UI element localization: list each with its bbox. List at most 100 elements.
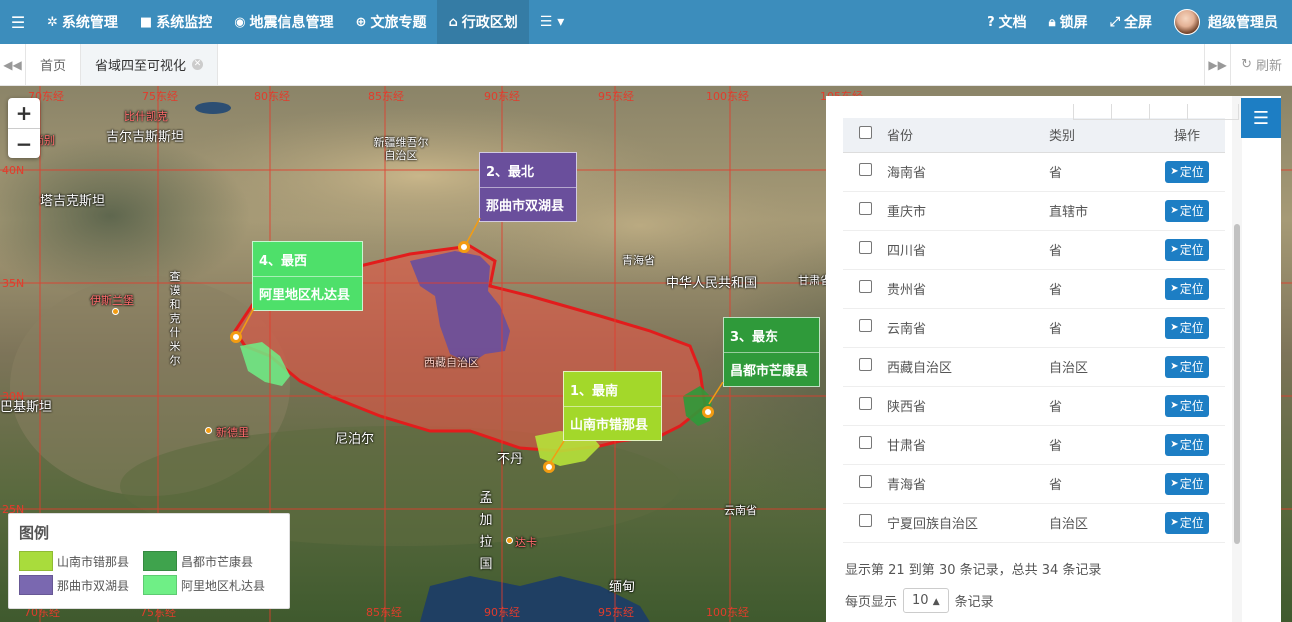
longitude-label: 100东经 [706, 606, 749, 619]
locate-button[interactable]: ➤ 定位 [1165, 316, 1209, 339]
latitude-label: 35N [2, 277, 25, 290]
row-checkbox[interactable] [858, 397, 872, 410]
province-table: 省份 类别 操作 海南省省 ➤ 定位 重庆市 直辖市 ➤ 定位 四川省省 ➤ 定位 贵州省省 ➤ 定位云… [843, 118, 1225, 543]
table-row[interactable]: 陕西省省 ➤ 定位 [843, 386, 1225, 426]
map-pin-south[interactable] [543, 461, 555, 473]
refresh-button[interactable]: ↻ 刷新 [1230, 44, 1292, 85]
province-name: 四川省 [887, 230, 1049, 270]
nav-earthquake-info[interactable]: ◉ 地震信息管理 [223, 0, 344, 44]
callout-north[interactable]: 2、最北 那曲市双湖县 [479, 152, 577, 222]
table-row[interactable]: 甘肃省省 ➤ 定位 [843, 425, 1225, 465]
map-pin-north[interactable] [458, 241, 470, 253]
place-label: 新德里 [216, 426, 249, 439]
lock-screen-button[interactable]: 🔒︎ 锁屏 [1038, 0, 1099, 44]
province-type: 省 [1049, 425, 1149, 465]
locate-button[interactable]: ➤ 定位 [1165, 511, 1209, 534]
table-row[interactable]: 重庆市 直辖市 ➤ 定位 [843, 191, 1225, 231]
zoom-out-button[interactable]: − [8, 128, 40, 158]
row-checkbox[interactable] [858, 280, 872, 293]
tab-scroll-left-button[interactable]: ◀◀ [0, 44, 26, 85]
longitude-label: 85东经 [366, 606, 402, 619]
province-type: 自治区 [1049, 347, 1149, 387]
locate-button[interactable]: ➤ 定位 [1165, 472, 1209, 495]
fullscreen-button[interactable]: ⤢ 全屏 [1099, 0, 1163, 44]
longitude-label: 80东经 [254, 90, 290, 103]
legend-swatch [19, 551, 53, 571]
place-label: 巴基斯坦 [0, 400, 53, 415]
table-row[interactable]: 海南省省 ➤ 定位 [843, 152, 1225, 192]
column-header-province[interactable]: 省份 [887, 118, 1049, 153]
longitude-label: 85东经 [368, 90, 404, 103]
place-label: 达卡 [515, 536, 537, 549]
place-label: 西藏自治区 [424, 356, 479, 369]
table-row[interactable]: 青海省省 ➤ 定位 [843, 464, 1225, 504]
nav-admin-division[interactable]: ⌂ 行政区划 [437, 0, 529, 44]
callout-name: 山南市错那县 [564, 406, 661, 440]
row-checkbox[interactable] [858, 514, 872, 527]
map-legend: 图例 山南市错那县 昌都市芒康县 那曲市双湖县 阿里地区札达县 [8, 513, 290, 609]
row-checkbox[interactable] [858, 475, 872, 488]
row-checkbox[interactable] [858, 358, 872, 371]
column-header-action: 操作 [1149, 118, 1225, 153]
page-size-select[interactable]: 10 ▲ [903, 588, 949, 613]
province-name: 陕西省 [887, 386, 1049, 426]
locate-button[interactable]: ➤ 定位 [1165, 355, 1209, 378]
docs-link[interactable]: ? 文档 [976, 0, 1038, 44]
paper-plane-icon: ➤ [1170, 166, 1179, 177]
nav-system-management[interactable]: ✲ 系统管理 [36, 0, 129, 44]
table-row[interactable]: 四川省省 ➤ 定位 [843, 230, 1225, 270]
locate-button[interactable]: ➤ 定位 [1165, 160, 1209, 183]
locate-button[interactable]: ➤ 定位 [1165, 394, 1209, 417]
row-checkbox[interactable] [858, 319, 872, 332]
locate-button[interactable]: ➤ 定位 [1165, 277, 1209, 300]
callout-name: 那曲市双湖县 [480, 187, 576, 221]
callout-south[interactable]: 1、最南 山南市错那县 [563, 371, 662, 441]
table-row[interactable]: 宁夏回族自治区 自治区 ➤ 定位 [843, 503, 1225, 543]
row-checkbox[interactable] [858, 241, 872, 254]
page-size-control: 每页显示 10 ▲ 条记录 [845, 588, 994, 613]
callout-west[interactable]: 4、最西 阿里地区札达县 [252, 241, 363, 311]
zoom-in-button[interactable]: + [8, 98, 40, 128]
panel-toggle-button[interactable]: ☰ [1241, 98, 1281, 138]
table-row[interactable]: 西藏自治区 自治区 ➤ 定位 [843, 347, 1225, 387]
locate-button[interactable]: ➤ 定位 [1165, 199, 1209, 222]
place-label: 孟加拉国 [479, 491, 493, 572]
user-menu[interactable]: 超级管理员 [1163, 0, 1292, 44]
globe-icon: ⊕ [355, 14, 367, 30]
longitude-label: 95东经 [598, 606, 634, 619]
row-checkbox[interactable] [858, 202, 872, 215]
scrollbar-thumb[interactable] [1234, 224, 1240, 544]
longitude-label: 95东经 [598, 90, 634, 103]
select-all-checkbox[interactable] [858, 126, 872, 140]
row-checkbox[interactable] [858, 436, 872, 449]
locate-button[interactable]: ➤ 定位 [1165, 238, 1209, 261]
table-row[interactable]: 云南省省 ➤ 定位 [843, 308, 1225, 348]
nav-more-dropdown[interactable]: ☰ ▾ [529, 0, 575, 44]
city-dot [205, 427, 212, 434]
tab-home[interactable]: 首页 [26, 44, 82, 85]
map-pin-east[interactable] [702, 406, 714, 418]
province-name: 青海省 [887, 464, 1049, 504]
refresh-icon: ↻ [1241, 57, 1252, 72]
zoom-control: + − [8, 98, 40, 158]
legend-item: 山南市错那县 [19, 551, 143, 571]
column-header-type[interactable]: 类别 [1049, 118, 1149, 153]
map-pin-west[interactable] [230, 331, 242, 343]
callout-title: 1、最南 [570, 383, 619, 399]
tab-province-extremes[interactable]: 省域四至可视化 ✕ [81, 44, 219, 85]
place-label: 伊斯兰堡 [90, 294, 134, 307]
tab-scroll-right-button[interactable]: ▶▶ [1204, 44, 1230, 85]
table-row[interactable]: 贵州省省 ➤ 定位 [843, 269, 1225, 309]
province-name: 重庆市 [887, 191, 1049, 231]
nav-culture-tourism[interactable]: ⊕ 文旅专题 [345, 0, 438, 44]
province-name: 贵州省 [887, 269, 1049, 309]
paper-plane-icon: ➤ [1170, 478, 1179, 489]
nav-system-monitor[interactable]: ■ 系统监控 [129, 0, 223, 44]
close-icon[interactable]: ✕ [192, 59, 204, 70]
city-dot [112, 308, 119, 315]
row-checkbox[interactable] [858, 163, 872, 176]
legend-item: 昌都市芒康县 [143, 551, 273, 571]
callout-east[interactable]: 3、最东 昌都市芒康县 [723, 317, 820, 387]
sidebar-toggle-button[interactable]: ☰ [0, 0, 36, 44]
locate-button[interactable]: ➤ 定位 [1165, 433, 1209, 456]
